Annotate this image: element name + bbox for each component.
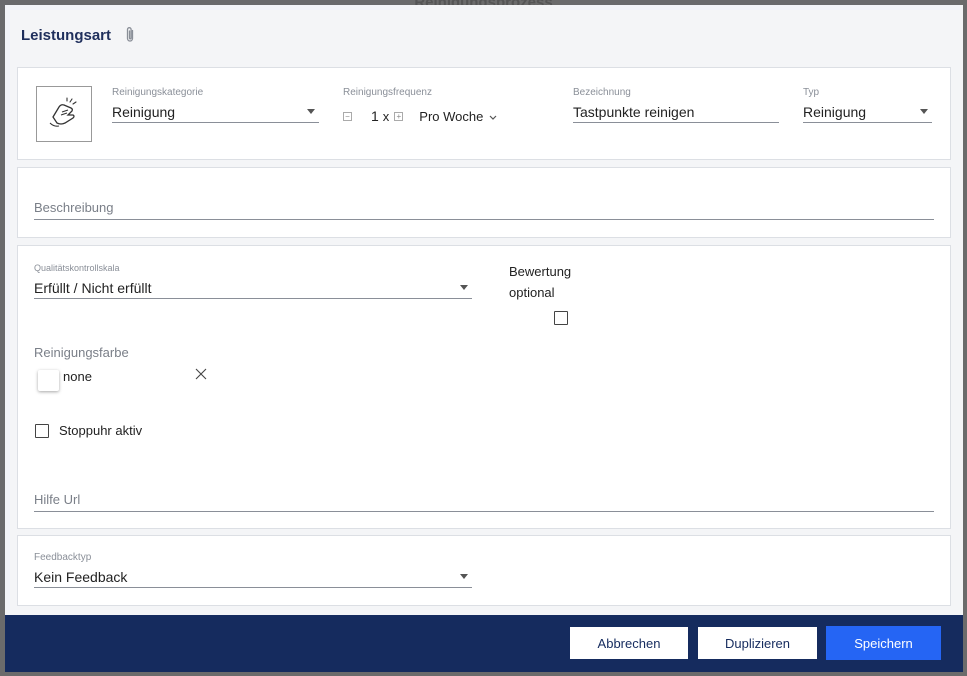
save-button[interactable]: Speichern [826, 626, 941, 660]
kategorie-label: Reinigungskategorie [112, 87, 204, 98]
cancel-button[interactable]: Abbrechen [569, 626, 689, 660]
farbe-value: none [63, 369, 92, 384]
feedback-select[interactable]: Kein Feedback [34, 566, 472, 588]
stoppuhr-label: Stoppuhr aktiv [59, 423, 143, 438]
typ-value: Reinigung [803, 103, 867, 120]
skala-select[interactable]: Erfüllt / Nicht erfüllt [34, 277, 472, 299]
kategorie-value: Reinigung [112, 103, 176, 120]
bezeichnung-label: Bezeichnung [573, 87, 631, 98]
stoppuhr-checkbox[interactable] [35, 424, 49, 438]
bewertung-label-line2: optional [509, 285, 555, 300]
cleaning-hand-icon [45, 93, 83, 136]
leistungsart-dialog: Leistungsart Reinigungskategorie Reinigu… [5, 5, 963, 672]
feedback-value: Kein Feedback [34, 568, 128, 585]
bezeichnung-input[interactable]: Tastpunkte reinigen [573, 101, 779, 123]
chevron-down-icon[interactable] [489, 108, 497, 124]
typ-select[interactable]: Reinigung [803, 101, 932, 123]
clear-color-icon[interactable] [195, 367, 207, 385]
caret-down-icon [460, 285, 468, 290]
hilfe-url-input[interactable]: Hilfe Url [34, 488, 934, 512]
description-card: Beschreibung [17, 167, 951, 238]
caret-down-icon [460, 574, 468, 579]
skala-label: Qualitätskontrollskala [34, 263, 120, 273]
beschreibung-input[interactable]: Beschreibung [34, 196, 934, 220]
duplicate-button[interactable]: Duplizieren [697, 626, 818, 660]
farbe-label: Reinigungsfarbe [34, 345, 129, 360]
frequenz-unit-select[interactable]: Pro Woche [419, 109, 483, 124]
paperclip-icon[interactable] [123, 26, 137, 44]
color-swatch[interactable] [38, 370, 59, 391]
minus-icon[interactable]: − [343, 111, 352, 121]
caret-down-icon [307, 109, 315, 114]
dialog-title: Leistungsart [21, 26, 112, 44]
general-card: Reinigungskategorie Reinigung Reinigungs… [17, 67, 951, 160]
kategorie-select[interactable]: Reinigung [112, 101, 319, 123]
feedback-label: Feedbacktyp [34, 552, 92, 563]
frequenz-count: 1 [371, 108, 379, 124]
caret-down-icon [920, 109, 928, 114]
bewertung-label-line1: Bewertung [509, 264, 572, 279]
frequenz-control: − 1 x + Pro Woche [343, 108, 497, 124]
feedback-card: Feedbacktyp Kein Feedback [17, 535, 951, 606]
typ-label: Typ [803, 87, 820, 98]
plus-icon[interactable]: + [394, 111, 404, 121]
category-image[interactable] [36, 86, 92, 142]
frequenz-label: Reinigungsfrequenz [343, 87, 432, 98]
quality-card: Qualitätskontrollskala Erfüllt / Nicht e… [17, 245, 951, 529]
dialog-footer: Abbrechen Duplizieren Speichern [5, 615, 963, 672]
frequenz-times: x [382, 108, 390, 124]
skala-value: Erfüllt / Nicht erfüllt [34, 279, 152, 296]
dialog-header: Leistungsart [5, 5, 963, 65]
bewertung-optional-checkbox[interactable] [554, 311, 568, 325]
